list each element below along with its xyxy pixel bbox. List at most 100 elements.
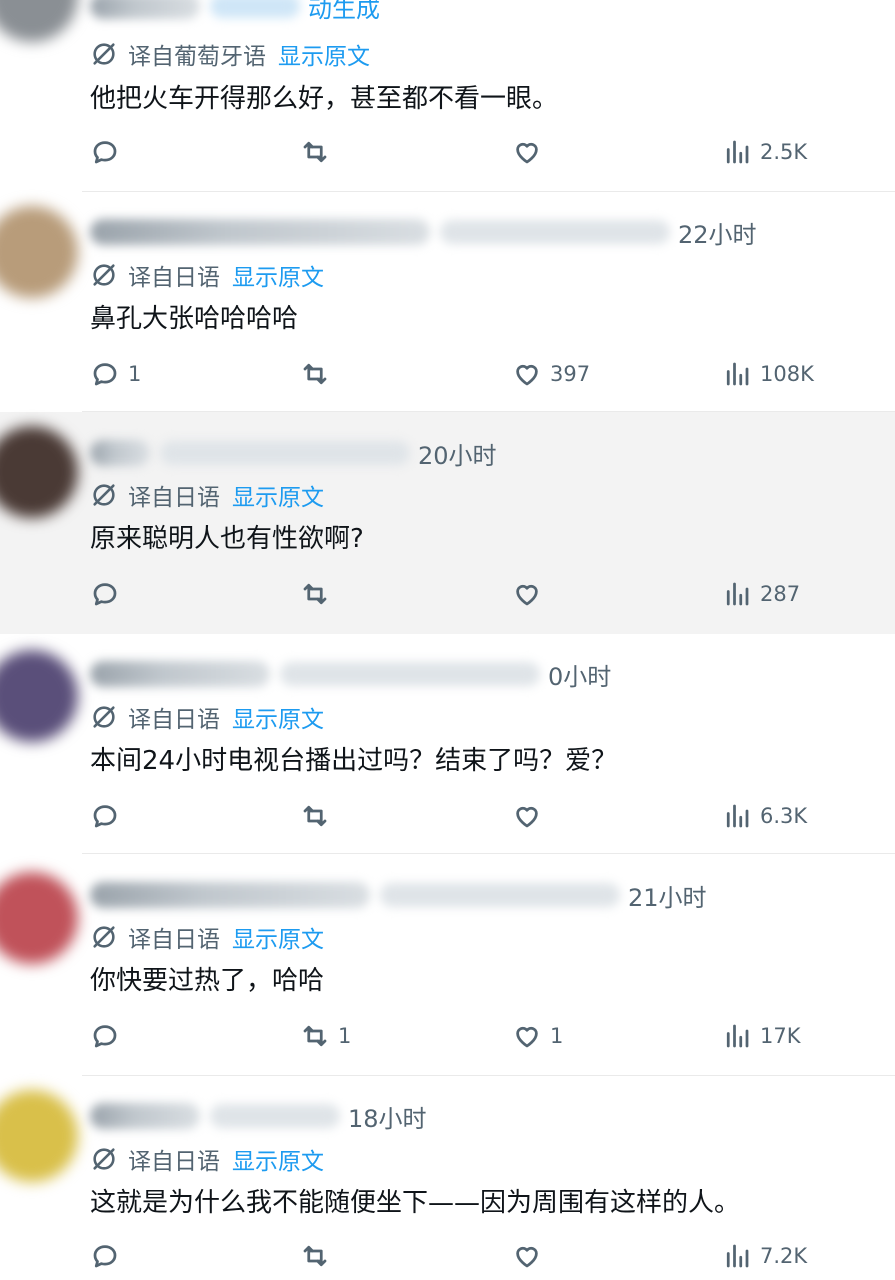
post-time: 21小时 xyxy=(628,883,707,912)
show-original-link[interactable]: 显示原文 xyxy=(232,1142,324,1176)
show-original-link[interactable]: 显示原文 xyxy=(232,700,324,734)
repost-icon xyxy=(303,141,327,163)
translate-icon xyxy=(93,43,115,65)
views-button[interactable]: 108K xyxy=(722,354,814,394)
repost-button[interactable] xyxy=(300,574,338,614)
post-text: 你快要过热了，哈哈 xyxy=(90,966,325,996)
translated-from-label: 译自日语 xyxy=(128,1149,220,1175)
view-count: 2.5K xyxy=(760,140,808,164)
repost-icon xyxy=(303,805,327,827)
like-button[interactable]: 1 xyxy=(512,1016,563,1056)
reply-post[interactable]: 21小时 译自日语 显示原文 你快要过热了，哈哈 1 1 17K xyxy=(0,854,895,1076)
heart-icon xyxy=(516,142,538,164)
views-button[interactable]: 7.2K xyxy=(722,1236,807,1276)
avatar[interactable] xyxy=(0,206,78,298)
reply-icon xyxy=(93,141,117,164)
avatar[interactable] xyxy=(0,0,78,42)
analytics-icon xyxy=(726,582,749,606)
repost-icon xyxy=(303,1245,327,1267)
reply-post[interactable]: 22小时 译自日语 显示原文 鼻孔大张哈哈哈哈 1 397 108K xyxy=(0,192,895,412)
reply-icon xyxy=(93,363,117,386)
reply-icon xyxy=(93,1245,117,1268)
analytics-icon xyxy=(726,362,749,386)
analytics-icon xyxy=(726,140,749,164)
repost-button[interactable] xyxy=(300,1236,338,1276)
reply-feed: 动生成 译自葡萄牙语 显示原文 他把火车开得那么好，甚至都不看一眼。 2.5K … xyxy=(0,0,895,1280)
repost-button[interactable] xyxy=(300,132,338,172)
show-original-link[interactable]: 显示原文 xyxy=(232,258,324,292)
reply-button[interactable] xyxy=(90,574,128,614)
like-button[interactable] xyxy=(512,574,550,614)
view-count: 287 xyxy=(760,582,801,606)
post-text: 他把火车开得那么好，甚至都不看一眼。 xyxy=(90,84,559,114)
translate-icon xyxy=(93,1148,115,1170)
blurred-handle xyxy=(280,662,540,686)
translation-notice: 译自葡萄牙语 显示原文 xyxy=(90,37,370,71)
repost-icon xyxy=(303,363,327,385)
post-text: 本间24小时电视台播出过吗？结束了吗？爱？ xyxy=(90,746,618,776)
heart-icon xyxy=(516,806,538,828)
avatar[interactable] xyxy=(0,872,78,964)
reply-post[interactable]: 18小时 译自日语 显示原文 这就是为什么我不能随便坐下——因为周围有这样的人。 xyxy=(0,1076,895,1280)
avatar[interactable] xyxy=(0,650,78,742)
action-bar: 287 xyxy=(0,574,895,614)
avatar[interactable] xyxy=(0,426,78,518)
blurred-handle xyxy=(440,220,670,244)
repost-button[interactable] xyxy=(300,796,338,836)
post-time: 18小时 xyxy=(348,1104,427,1133)
reply-button[interactable]: 1 xyxy=(90,354,141,394)
views-button[interactable]: 2.5K xyxy=(722,132,807,172)
blurred-username xyxy=(90,661,270,687)
show-original-link[interactable]: 显示原文 xyxy=(232,478,324,512)
translate-icon xyxy=(93,706,115,728)
action-bar: 1 397 108K xyxy=(0,354,895,394)
views-button[interactable]: 287 xyxy=(722,574,800,614)
post-text: 这就是为什么我不能随便坐下——因为周围有这样的人。 xyxy=(90,1188,741,1218)
translated-from-label: 译自日语 xyxy=(128,707,220,733)
translation-notice: 译自日语 显示原文 xyxy=(90,258,324,292)
avatar[interactable] xyxy=(0,1090,78,1182)
analytics-icon xyxy=(726,1024,749,1048)
post-header: 0小时 xyxy=(90,654,611,694)
repost-button[interactable] xyxy=(300,354,338,394)
auto-generated-label: 动生成 xyxy=(308,0,380,23)
show-original-link[interactable]: 显示原文 xyxy=(278,37,370,71)
post-time: 20小时 xyxy=(418,441,497,470)
view-count: 108K xyxy=(760,362,814,386)
view-count: 6.3K xyxy=(760,804,808,828)
reply-button[interactable] xyxy=(90,1016,128,1056)
reply-button[interactable] xyxy=(90,1236,128,1276)
reply-button[interactable] xyxy=(90,796,128,836)
heart-icon xyxy=(516,364,538,386)
reply-post[interactable]: 动生成 译自葡萄牙语 显示原文 他把火车开得那么好，甚至都不看一眼。 2.5K xyxy=(0,0,895,192)
translate-icon xyxy=(93,926,115,948)
heart-icon xyxy=(516,584,538,606)
post-header: 21小时 xyxy=(90,875,707,915)
reply-icon xyxy=(93,1025,117,1048)
translate-icon xyxy=(93,264,115,286)
reply-post[interactable]: 20小时 译自日语 显示原文 原来聪明人也有性欲啊? 287 xyxy=(0,412,895,634)
reply-button[interactable] xyxy=(90,132,128,172)
like-count: 1 xyxy=(550,1024,564,1048)
translated-from-label: 译自日语 xyxy=(128,265,220,291)
post-text: 原来聪明人也有性欲啊? xyxy=(90,524,364,554)
views-button[interactable]: 6.3K xyxy=(722,796,807,836)
blurred-username xyxy=(90,0,200,19)
translation-notice: 译自日语 显示原文 xyxy=(90,1142,324,1176)
like-button[interactable] xyxy=(512,132,550,172)
like-button[interactable] xyxy=(512,1236,550,1276)
repost-icon xyxy=(303,1025,327,1047)
like-button[interactable]: 397 xyxy=(512,354,590,394)
reply-icon xyxy=(93,805,117,828)
repost-button[interactable]: 1 xyxy=(300,1016,351,1056)
view-count: 17K xyxy=(760,1024,801,1048)
action-bar: 2.5K xyxy=(0,132,895,172)
translation-notice: 译自日语 显示原文 xyxy=(90,920,324,954)
like-button[interactable] xyxy=(512,796,550,836)
show-original-link[interactable]: 显示原文 xyxy=(232,920,324,954)
translate-icon xyxy=(93,484,115,506)
views-button[interactable]: 17K xyxy=(722,1016,801,1056)
post-time: 0小时 xyxy=(548,662,612,691)
reply-post[interactable]: 0小时 译自日语 显示原文 本间24小时电视台播出过吗？结束了吗？爱？ 6.3K xyxy=(0,634,895,854)
reply-count: 1 xyxy=(128,362,142,386)
